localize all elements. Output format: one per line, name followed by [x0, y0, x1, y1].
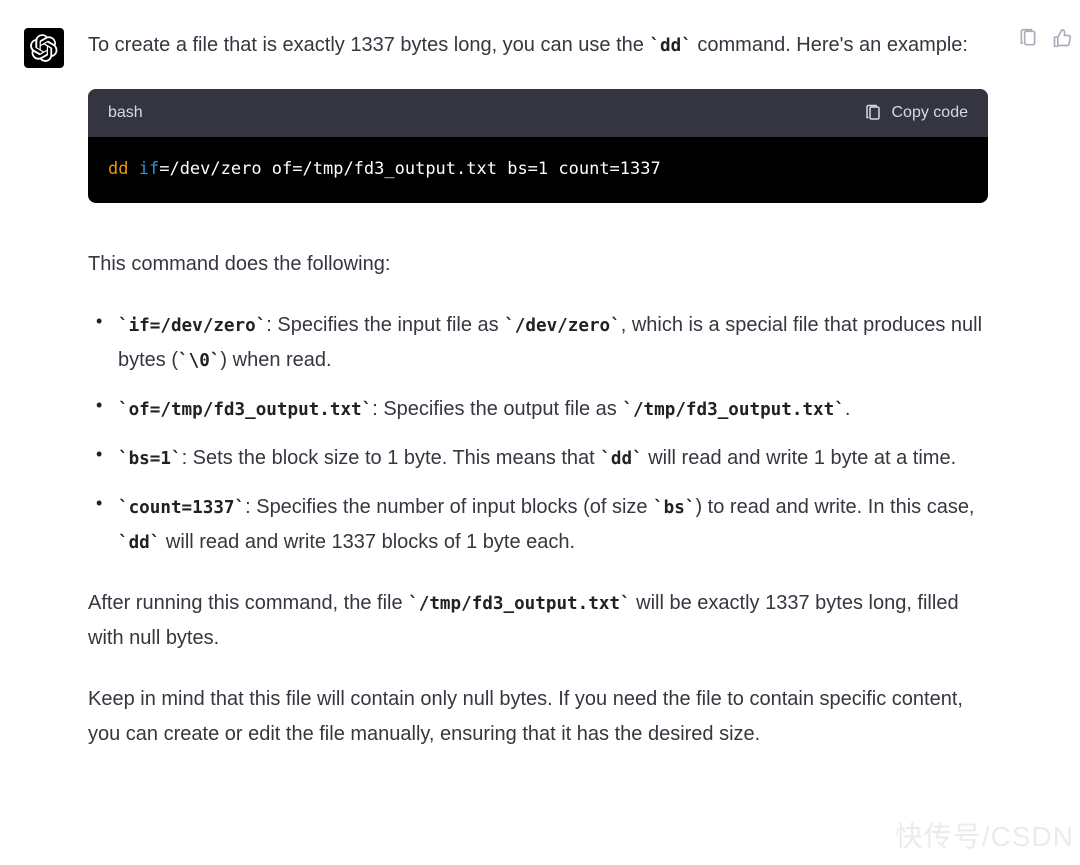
explain-heading: This command does the following:	[88, 247, 988, 282]
clipboard-icon[interactable]	[1018, 28, 1038, 48]
code-token: =/dev/zero of=/tmp/fd3_output.txt bs=1 c…	[159, 159, 661, 179]
code-block-header: bash Copy code	[88, 89, 988, 137]
list-item: `bs=1`: Sets the block size to 1 byte. T…	[118, 441, 988, 476]
intro-paragraph: To create a file that is exactly 1337 by…	[88, 28, 988, 63]
inline-code: `dd`	[600, 449, 642, 469]
text: : Specifies the number of input blocks (…	[245, 496, 653, 518]
note-paragraph: Keep in mind that this file will contain…	[88, 682, 988, 752]
inline-code: `/dev/zero`	[504, 316, 621, 336]
inline-code: `count=1337`	[118, 498, 245, 518]
text: command. Here's an example:	[692, 34, 968, 56]
text: ) when read.	[220, 349, 331, 371]
text: : Specifies the input file as	[266, 314, 504, 336]
inline-code: `dd`	[649, 36, 691, 56]
after-paragraph: After running this command, the file `/t…	[88, 586, 988, 656]
inline-code: `of=/tmp/fd3_output.txt`	[118, 400, 372, 420]
copy-code-button[interactable]: Copy code	[864, 99, 969, 127]
assistant-avatar	[24, 28, 64, 68]
thumbs-up-icon[interactable]	[1052, 28, 1072, 48]
bullet-list: `if=/dev/zero`: Specifies the input file…	[88, 308, 988, 560]
text: After running this command, the file	[88, 592, 408, 614]
text: ) to read and write. In this case,	[695, 496, 974, 518]
inline-code: `bs`	[653, 498, 695, 518]
clipboard-icon	[864, 104, 882, 122]
code-block: bash Copy code dd if=/dev/zero of=/tmp/f…	[88, 89, 988, 203]
inline-code: `\0`	[178, 351, 220, 371]
inline-code: `/tmp/fd3_output.txt`	[408, 594, 630, 614]
message-content: To create a file that is exactly 1337 by…	[88, 28, 998, 778]
inline-code: `dd`	[118, 533, 160, 553]
list-item: `of=/tmp/fd3_output.txt`: Specifies the …	[118, 392, 988, 427]
text: will read and write 1 byte at a time.	[643, 447, 956, 469]
openai-logo-icon	[30, 34, 58, 62]
text: .	[845, 398, 851, 420]
text: To create a file that is exactly 1337 by…	[88, 34, 649, 56]
code-token: dd	[108, 159, 128, 179]
copy-code-label: Copy code	[892, 99, 969, 127]
text: : Sets the block size to 1 byte. This me…	[182, 447, 601, 469]
code-token: if	[139, 159, 159, 179]
watermark: 快传号/CSDN	[895, 812, 1074, 861]
inline-code: `bs=1`	[118, 449, 182, 469]
text: : Specifies the output file as	[372, 398, 622, 420]
text: will read and write 1337 blocks of 1 byt…	[160, 531, 575, 553]
list-item: `count=1337`: Specifies the number of in…	[118, 490, 988, 560]
inline-code: `/tmp/fd3_output.txt`	[622, 400, 844, 420]
code-language-label: bash	[108, 99, 143, 127]
message-actions	[1018, 28, 1072, 48]
inline-code: `if=/dev/zero`	[118, 316, 266, 336]
message-row: To create a file that is exactly 1337 by…	[0, 0, 1080, 778]
code-block-body: dd if=/dev/zero of=/tmp/fd3_output.txt b…	[88, 137, 988, 203]
list-item: `if=/dev/zero`: Specifies the input file…	[118, 308, 988, 378]
